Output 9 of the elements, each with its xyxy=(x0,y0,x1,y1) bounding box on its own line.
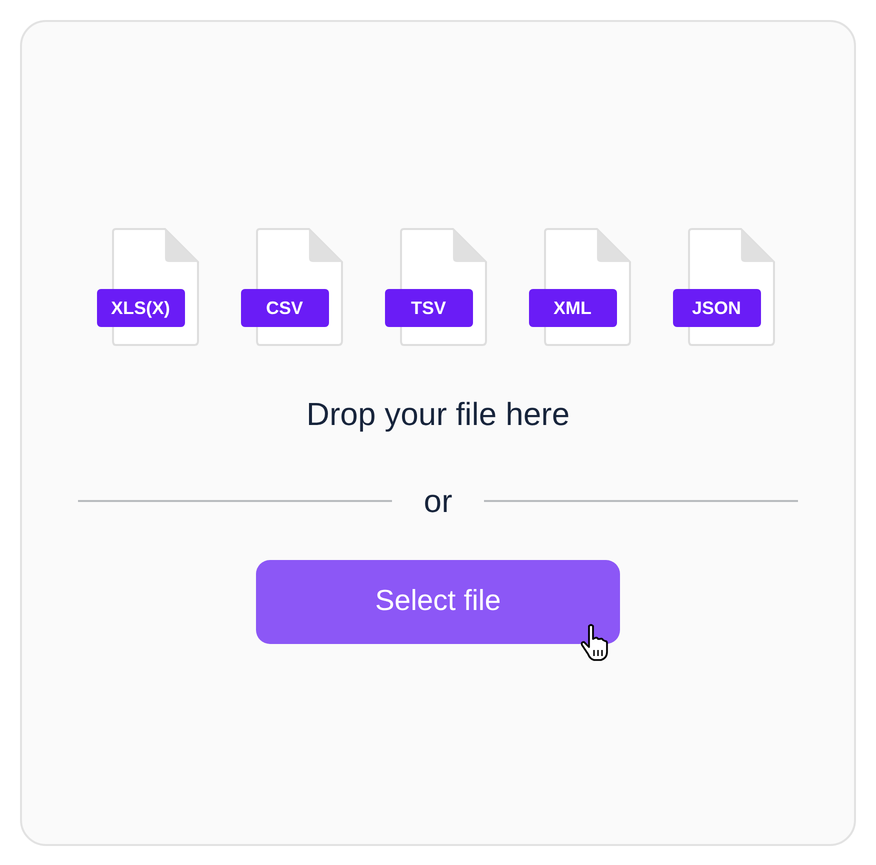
file-type-badge: CSV xyxy=(240,289,328,327)
separator-text: or xyxy=(424,485,452,517)
file-type-badge: XLS(X) xyxy=(96,289,184,327)
select-file-button[interactable]: Select file xyxy=(256,560,620,644)
file-type-badge: XML xyxy=(528,289,616,327)
pointer-cursor-icon xyxy=(580,624,610,662)
file-type-badge: JSON xyxy=(672,289,760,327)
drop-prompt: Drop your file here xyxy=(306,398,570,430)
file-type-badge: TSV xyxy=(384,289,472,327)
